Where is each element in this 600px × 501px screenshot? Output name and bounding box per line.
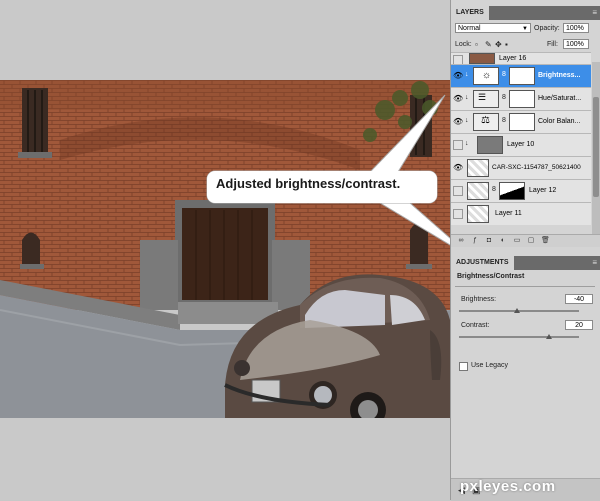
visibility-toggle[interactable] [453, 186, 463, 196]
clip-arrow-icon: ↓ [465, 71, 469, 78]
brightness-label: Brightness: [461, 296, 497, 303]
slider-knob[interactable] [546, 334, 552, 339]
sun-icon: ☼ [482, 70, 492, 81]
layer-row[interactable]: 👁 ↓ ☼ 8 Brightness... [451, 64, 591, 88]
contrast-field[interactable]: 20 [565, 320, 593, 330]
layer-name: Layer 16 [499, 55, 527, 62]
blend-mode-value: Normal [458, 25, 481, 32]
eye-icon[interactable]: 👁 [453, 163, 463, 173]
brightness-value: -40 [573, 296, 585, 303]
panel-menu-icon[interactable]: ≡ [592, 258, 597, 267]
blend-opacity-row: Normal ▼ Opacity: 100% [451, 22, 600, 36]
lock-label: Lock: [455, 41, 472, 48]
clip-arrow-icon: ↓ [465, 140, 469, 147]
panel-menu-icon[interactable]: ≡ [592, 8, 597, 17]
photo-building-and-car [0, 80, 450, 418]
tab-adjustments[interactable]: ADJUSTMENTS [451, 256, 514, 270]
layer-row[interactable]: 8 Layer 12 [451, 179, 591, 203]
eye-icon[interactable]: 👁 [453, 117, 463, 127]
lock-transparent-icon[interactable]: ▫ [475, 40, 478, 49]
new-layer-icon[interactable]: ▢ [527, 237, 535, 245]
layers-tab-bar: LAYERS ≡ [451, 6, 600, 20]
visibility-toggle[interactable] [453, 209, 463, 219]
layer-row[interactable]: 👁 ↓ ☰ 8 Hue/Saturat... [451, 87, 591, 111]
adjustment-title: Brightness/Contrast [457, 273, 525, 280]
layer-name: Brightness... [538, 72, 581, 79]
layer-thumbnail [477, 136, 503, 154]
brightness-field[interactable]: -40 [565, 294, 593, 304]
document-canvas[interactable]: Adjusted brightness/contrast. [0, 0, 476, 500]
callout-text: Adjusted brightness/contrast. [216, 176, 401, 191]
layer-thumbnail [467, 182, 489, 200]
use-legacy-checkbox[interactable] [459, 362, 468, 371]
contrast-label: Contrast: [461, 322, 490, 329]
layer-name: CAR-SXC-1154787_50621400 [492, 164, 581, 171]
opacity-value: 100% [566, 25, 584, 32]
layer-row[interactable]: 👁 CAR-SXC-1154787_50621400 [451, 156, 591, 180]
visibility-toggle[interactable] [453, 140, 463, 150]
watermark: pxleyes.com [460, 478, 556, 495]
adjustment-thumbnail: ☼ [473, 67, 499, 85]
layers-list: Layer 16 👁 ↓ ☼ 8 Brightness... 👁 ↓ ☰ 8 H… [451, 52, 591, 234]
layer-name: Layer 12 [529, 187, 557, 194]
balance-scale-icon: ⚖ [481, 115, 490, 126]
hue-saturation-icon: ☰ [478, 92, 487, 102]
layers-scrollbar[interactable] [592, 62, 600, 234]
adjustments-tab-bar: ADJUSTMENTS ≡ [451, 256, 600, 270]
lock-move-icon[interactable]: ✥ [495, 40, 502, 49]
layer-thumbnail [467, 205, 489, 223]
fill-value: 100% [566, 41, 584, 48]
opacity-label: Opacity: [534, 25, 560, 32]
chain-icon: 8 [502, 71, 506, 78]
lock-fill-row: Lock: ▫ ✎ ✥ ▪ Fill: 100% [451, 38, 600, 52]
chain-icon: 8 [492, 186, 496, 193]
slider-knob[interactable] [514, 308, 520, 313]
right-panels: LAYERS ≡ Normal ▼ Opacity: 100% Lock: ▫ … [450, 0, 600, 501]
trash-icon[interactable]: 🗑 [541, 237, 550, 245]
layer-name: Hue/Saturat... [538, 95, 582, 102]
layer-thumbnail [469, 53, 495, 64]
mask-thumbnail [509, 113, 535, 131]
layer-thumbnail [467, 159, 489, 177]
eye-icon[interactable]: 👁 [453, 94, 463, 104]
brightness-slider[interactable] [459, 308, 579, 313]
lock-all-icon[interactable]: ▪ [505, 40, 508, 49]
layers-toolbar: ∞ ƒ ◘ ◐ ▭ ▢ 🗑 [451, 234, 600, 247]
layer-name: Color Balan... [538, 118, 581, 125]
adjustment-layer-icon[interactable]: ◐ [499, 237, 507, 245]
fx-icon[interactable]: ƒ [471, 237, 479, 245]
opacity-field[interactable]: 100% [563, 23, 589, 33]
fill-label: Fill: [547, 41, 558, 48]
chain-icon: 8 [502, 117, 506, 124]
chain-icon: 8 [502, 94, 506, 101]
fill-field[interactable]: 100% [563, 39, 589, 49]
blend-mode-select[interactable]: Normal ▼ [455, 23, 531, 33]
add-mask-icon[interactable]: ◘ [485, 237, 493, 245]
mask-thumbnail [509, 90, 535, 108]
divider [455, 286, 595, 287]
use-legacy-label: Use Legacy [471, 362, 508, 369]
lock-brush-icon[interactable]: ✎ [485, 40, 492, 49]
layer-row[interactable]: Layer 11 [451, 202, 591, 225]
chevron-down-icon: ▼ [522, 26, 528, 32]
tab-layers[interactable]: LAYERS [451, 6, 489, 20]
contrast-value: 20 [575, 322, 583, 329]
link-layers-icon[interactable]: ∞ [457, 237, 465, 245]
layer-row[interactable]: ↓ Layer 10 [451, 133, 591, 157]
new-group-icon[interactable]: ▭ [513, 237, 521, 245]
clip-arrow-icon: ↓ [465, 94, 469, 101]
adjustments-title-row: Brightness/Contrast [451, 272, 600, 284]
contrast-slider[interactable] [459, 334, 579, 339]
layer-name: Layer 11 [495, 210, 522, 217]
scrollbar-thumb[interactable] [593, 97, 599, 197]
clip-arrow-icon: ↓ [465, 117, 469, 124]
layer-row[interactable]: 👁 ↓ ⚖ 8 Color Balan... [451, 110, 591, 134]
eye-icon[interactable]: 👁 [453, 71, 463, 81]
layer-name: Layer 10 [507, 141, 535, 148]
adjustment-thumbnail: ⚖ [473, 113, 499, 131]
mask-thumbnail [499, 182, 525, 200]
adjustment-thumbnail: ☰ [473, 90, 499, 108]
mask-thumbnail [509, 67, 535, 85]
